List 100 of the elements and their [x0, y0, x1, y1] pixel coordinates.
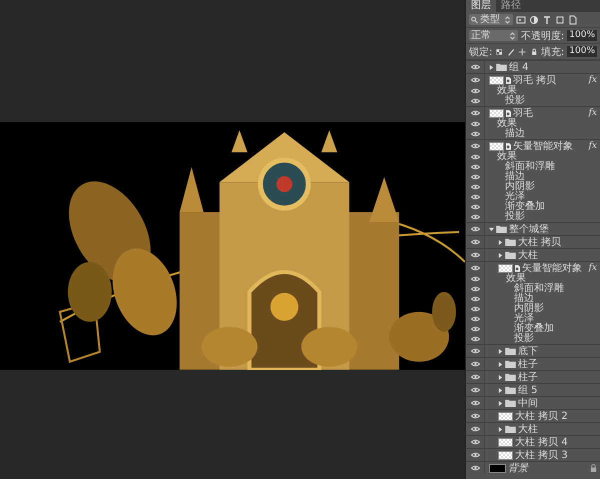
eye-icon[interactable]	[470, 214, 480, 220]
effect-row[interactable]: 斜面和浮雕	[466, 284, 600, 294]
layer-row[interactable]: 矢量智能对象 fx	[466, 139, 600, 152]
eye-icon[interactable]	[470, 121, 480, 127]
caret-icon[interactable]	[498, 374, 503, 380]
fill-field[interactable]: 100%	[567, 46, 597, 57]
eye-icon[interactable]	[470, 194, 480, 200]
eye-icon[interactable]	[470, 252, 480, 258]
caret-icon[interactable]	[489, 64, 494, 70]
eye-icon[interactable]	[470, 143, 480, 149]
eye-icon[interactable]	[470, 296, 480, 302]
eye-icon[interactable]	[470, 306, 480, 312]
caret-icon[interactable]	[498, 252, 503, 258]
eye-icon[interactable]	[470, 348, 480, 354]
effects-label: 效果	[506, 274, 526, 284]
eye-icon[interactable]	[470, 226, 480, 232]
layer-row[interactable]: 组 5	[466, 383, 600, 396]
layer-row[interactable]: 背景	[466, 461, 600, 474]
caret-icon[interactable]	[498, 348, 503, 354]
blend-mode-dropdown[interactable]: 正常	[469, 30, 518, 41]
eye-icon[interactable]	[470, 286, 480, 292]
adjustment-filter-icon[interactable]	[529, 14, 539, 24]
panel-tab[interactable]: 图层	[466, 0, 496, 12]
layer-row[interactable]: 底下	[466, 344, 600, 357]
smart-object-filter-icon[interactable]	[568, 14, 578, 24]
effect-row[interactable]: 描边	[466, 172, 600, 182]
checker-icon[interactable]	[495, 46, 504, 56]
layer-row[interactable]: 柱子	[466, 357, 600, 370]
panel-tab[interactable]: 路径	[496, 0, 526, 12]
eye-icon[interactable]	[470, 374, 480, 380]
eye-icon[interactable]	[470, 164, 480, 170]
eye-icon[interactable]	[470, 326, 480, 332]
effect-row[interactable]: 投影	[466, 334, 600, 344]
effect-row[interactable]: 光泽	[466, 192, 600, 202]
eye-icon[interactable]	[470, 239, 480, 245]
eye-icon[interactable]	[470, 387, 480, 393]
effects-label: 效果	[497, 152, 517, 162]
move-icon[interactable]	[518, 46, 526, 56]
effect-row[interactable]: 内阴影	[466, 182, 600, 192]
filter-dropdown[interactable]: 类型	[469, 14, 513, 25]
effect-row[interactable]: 描边	[466, 129, 600, 139]
eye-icon[interactable]	[470, 361, 480, 367]
layer-row[interactable]: 大柱	[466, 422, 600, 435]
layer-row[interactable]: 柱子	[466, 370, 600, 383]
eye-icon[interactable]	[470, 174, 480, 180]
eye-icon[interactable]	[470, 426, 480, 432]
layer-row[interactable]: 羽毛 fx	[466, 106, 600, 119]
eye-icon[interactable]	[470, 204, 480, 210]
layer-row[interactable]: 整个城堡	[466, 222, 600, 235]
effect-row[interactable]: 效果	[466, 86, 600, 96]
eye-icon[interactable]	[470, 88, 480, 94]
caret-icon[interactable]	[489, 226, 494, 232]
effect-row[interactable]: 内阴影	[466, 304, 600, 314]
effect-row[interactable]: 渐变叠加	[466, 202, 600, 212]
layer-row[interactable]: 组 4	[466, 60, 600, 73]
effect-row[interactable]: 投影	[466, 96, 600, 106]
eye-icon[interactable]	[470, 77, 480, 83]
eye-icon[interactable]	[470, 110, 480, 116]
eye-icon[interactable]	[470, 452, 480, 458]
effect-row[interactable]: 斜面和浮雕	[466, 162, 600, 172]
effect-row[interactable]: 描边	[466, 294, 600, 304]
brush-icon[interactable]	[506, 46, 516, 56]
eye-icon[interactable]	[470, 439, 480, 445]
shape-filter-icon[interactable]	[555, 14, 565, 24]
eye-icon[interactable]	[470, 265, 480, 271]
effect-row[interactable]: 渐变叠加	[466, 324, 600, 334]
layer-row[interactable]: 中间	[466, 396, 600, 409]
layer-row[interactable]: 大柱 拷贝 4	[466, 435, 600, 448]
layer-row[interactable]: 大柱 拷贝	[466, 235, 600, 248]
eye-icon[interactable]	[470, 184, 480, 190]
effect-name: 斜面和浮雕	[514, 284, 564, 294]
caret-icon[interactable]	[498, 240, 503, 244]
effect-row[interactable]: 效果	[466, 152, 600, 162]
caret-icon[interactable]	[498, 362, 503, 366]
image-filter-icon[interactable]	[516, 14, 526, 24]
eye-icon[interactable]	[470, 64, 480, 70]
effect-row[interactable]: 光泽	[466, 314, 600, 324]
caret-icon[interactable]	[498, 388, 503, 392]
eye-icon[interactable]	[470, 316, 480, 322]
effect-row[interactable]: 效果	[466, 119, 600, 129]
caret-icon[interactable]	[498, 426, 503, 432]
opacity-field[interactable]: 100%	[567, 30, 597, 41]
eye-icon[interactable]	[470, 131, 480, 137]
eye-icon[interactable]	[470, 276, 480, 282]
eye-icon[interactable]	[470, 98, 480, 104]
eye-icon[interactable]	[470, 336, 480, 342]
caret-icon[interactable]	[498, 400, 503, 406]
layer-row[interactable]: 大柱	[466, 248, 600, 261]
layer-row[interactable]: 大柱 拷贝 2	[466, 409, 600, 422]
eye-icon[interactable]	[470, 465, 480, 471]
effect-row[interactable]: 效果	[466, 274, 600, 284]
layer-row[interactable]: 矢量智能对象 fx	[466, 261, 600, 274]
lock-icon[interactable]	[530, 46, 538, 56]
eye-icon[interactable]	[470, 413, 480, 419]
layer-row[interactable]: 羽毛 拷贝 fx	[466, 73, 600, 86]
eye-icon[interactable]	[470, 400, 480, 406]
layer-row[interactable]: 大柱 拷贝 3	[466, 448, 600, 461]
effect-row[interactable]: 投影	[466, 212, 600, 222]
eye-icon[interactable]	[470, 154, 480, 160]
text-filter-icon[interactable]	[542, 14, 552, 24]
